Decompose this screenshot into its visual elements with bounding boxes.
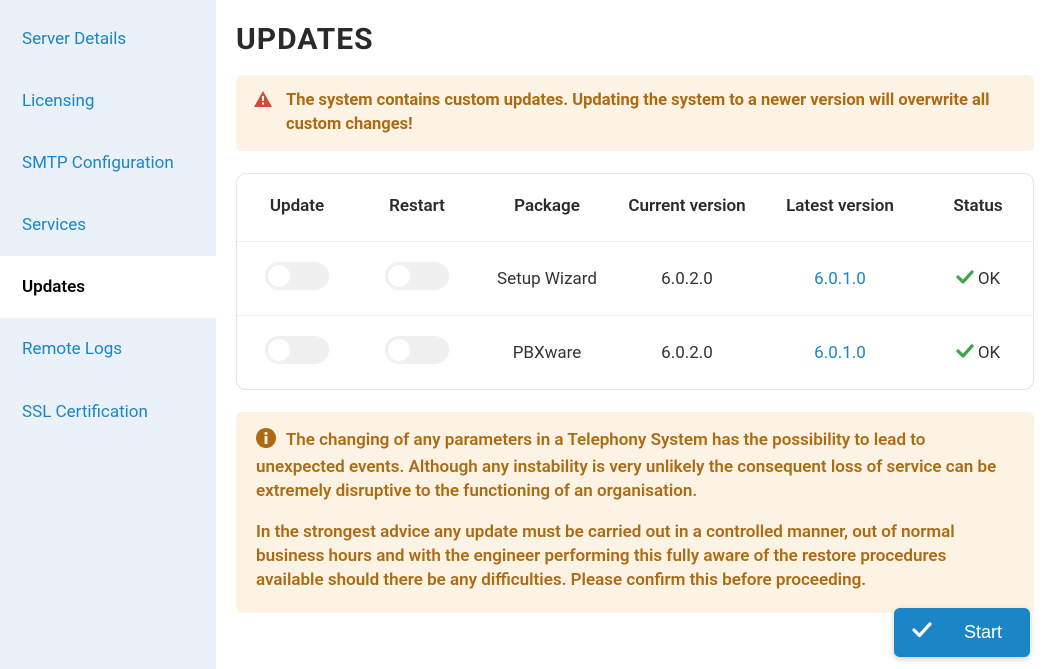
sidebar-item-label: Licensing [22,91,94,111]
update-toggle[interactable] [265,336,329,364]
current-version: 6.0.2.0 [617,316,757,390]
sidebar: Server Details Licensing SMTP Configurat… [0,0,216,669]
check-icon [956,343,974,363]
custom-updates-warning: The system contains custom updates. Upda… [236,75,1034,151]
check-icon [912,622,932,643]
sidebar-item-label: SSL Certification [22,402,148,422]
updates-table-card: Update Restart Package Current version L… [236,173,1034,390]
page-title: UPDATES [236,22,1034,57]
warning-triangle-icon [254,91,272,111]
sidebar-item-label: Updates [22,277,85,297]
restart-toggle[interactable] [385,336,449,364]
update-advice-box: The changing of any parameters in a Tele… [236,412,1034,613]
sidebar-item-label: Remote Logs [22,339,122,359]
updates-table: Update Restart Package Current version L… [237,174,1033,389]
sidebar-item-updates[interactable]: Updates [0,256,216,318]
sidebar-item-remote-logs[interactable]: Remote Logs [0,318,216,380]
package-name: Setup Wizard [477,242,617,316]
main-content: UPDATES The system contains custom updat… [216,0,1052,669]
start-button-label: Start [964,622,1002,643]
start-button[interactable]: Start [894,608,1030,657]
col-latest-version: Latest version [757,174,923,242]
latest-version-link[interactable]: 6.0.1.0 [814,269,866,289]
table-row: Setup Wizard 6.0.2.0 6.0.1.0 OK [237,242,1033,316]
latest-version-link[interactable]: 6.0.1.0 [814,343,866,363]
check-icon [956,269,974,289]
restart-toggle[interactable] [385,262,449,290]
advice-paragraph-1: The changing of any parameters in a Tele… [256,428,1014,503]
advice-paragraph-2: In the strongest advice any update must … [256,521,1014,592]
col-restart: Restart [357,174,477,242]
col-update: Update [237,174,357,242]
update-toggle[interactable] [265,262,329,290]
sidebar-item-ssl-certification[interactable]: SSL Certification [0,381,216,443]
sidebar-item-label: Server Details [22,29,126,49]
status-badge: OK [956,343,1000,363]
status-badge: OK [956,269,1000,289]
col-current-version: Current version [617,174,757,242]
warning-text: The system contains custom updates. Upda… [286,89,1016,137]
col-status: Status [923,174,1033,242]
package-name: PBXware [477,316,617,390]
sidebar-item-licensing[interactable]: Licensing [0,70,216,132]
table-row: PBXware 6.0.2.0 6.0.1.0 OK [237,316,1033,390]
sidebar-item-services[interactable]: Services [0,194,216,256]
info-circle-icon [256,428,276,456]
sidebar-item-server-details[interactable]: Server Details [0,8,216,70]
sidebar-item-label: SMTP Configuration [22,153,174,173]
sidebar-item-label: Services [22,215,86,235]
sidebar-item-smtp-configuration[interactable]: SMTP Configuration [0,132,216,194]
current-version: 6.0.2.0 [617,242,757,316]
col-package: Package [477,174,617,242]
